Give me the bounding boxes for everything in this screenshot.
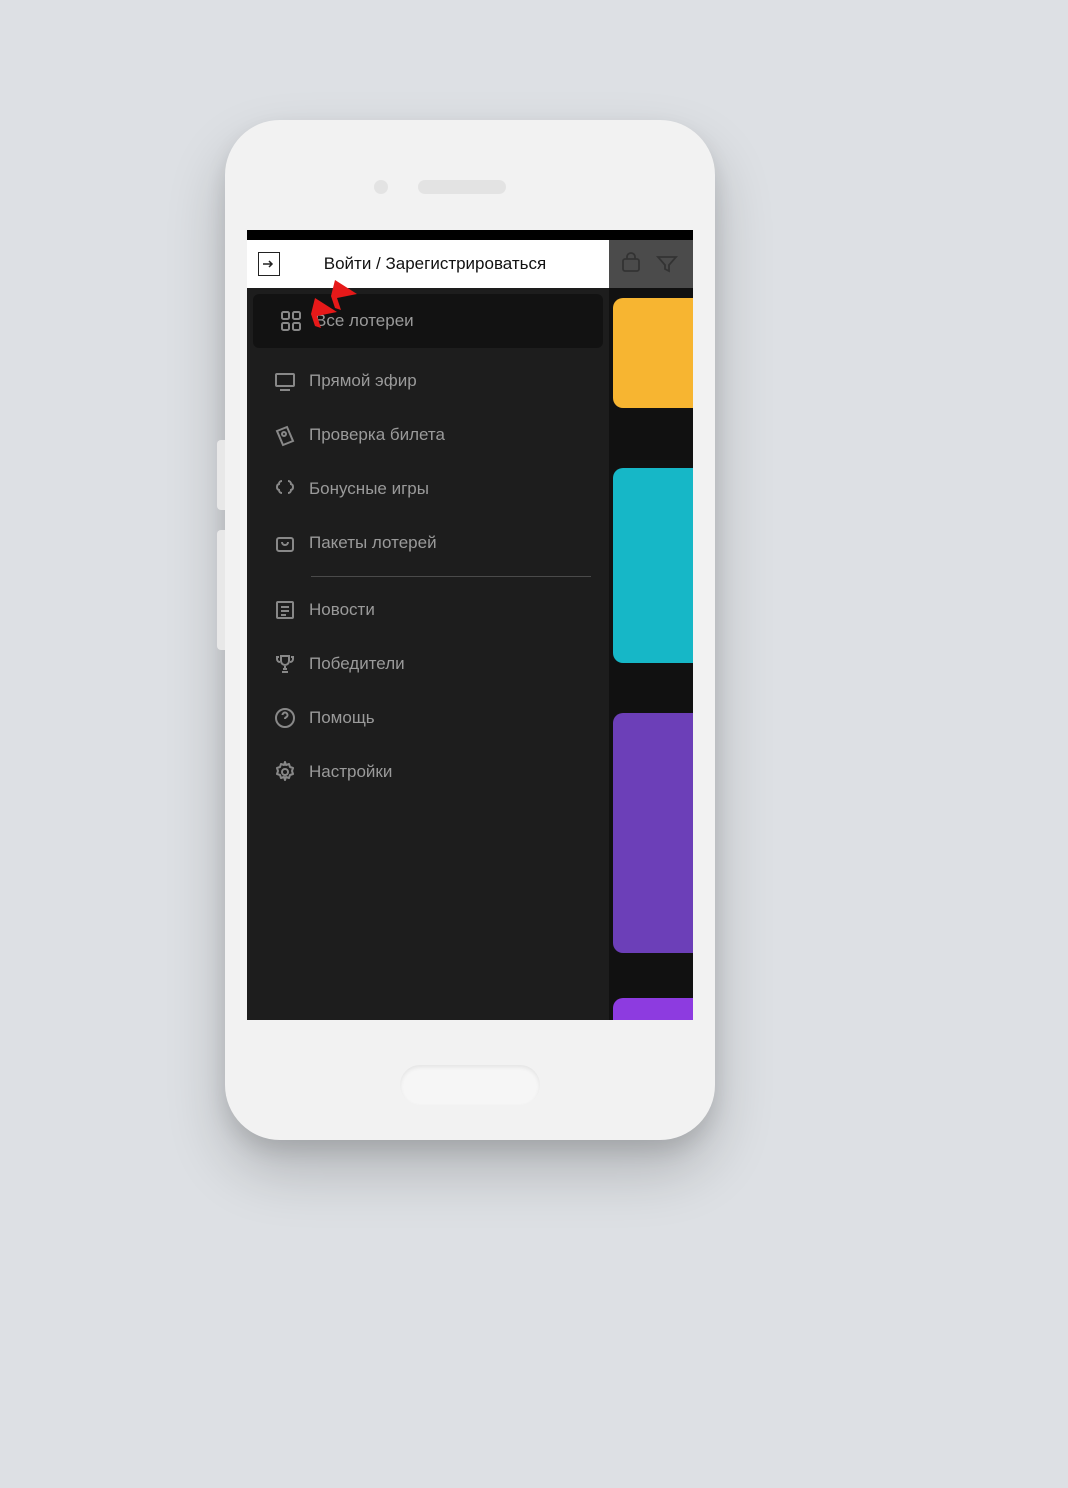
menu-item-help[interactable]: Помощь bbox=[247, 691, 609, 745]
phone-mockup-frame: Войти / Зарегистрироваться Все лотереи П… bbox=[225, 120, 715, 1140]
menu-label: Победители bbox=[309, 654, 595, 674]
cart-icon[interactable] bbox=[613, 246, 649, 282]
brain-icon bbox=[261, 477, 309, 501]
menu-label: Проверка билета bbox=[309, 425, 595, 445]
trophy-icon bbox=[261, 652, 309, 676]
menu-item-packages[interactable]: Пакеты лотерей bbox=[247, 516, 609, 570]
side-drawer-menu: Все лотереи Прямой эфир Проверка билета … bbox=[247, 288, 609, 1020]
menu-label: Настройки bbox=[309, 762, 595, 782]
ticket-icon bbox=[261, 423, 309, 447]
help-icon bbox=[261, 706, 309, 730]
menu-item-check-ticket[interactable]: Проверка билета bbox=[247, 408, 609, 462]
menu-item-settings[interactable]: Настройки bbox=[247, 745, 609, 799]
news-icon bbox=[261, 598, 309, 622]
volume-button bbox=[217, 440, 225, 510]
grid-icon bbox=[267, 309, 315, 333]
menu-item-all-lotteries[interactable]: Все лотереи bbox=[253, 294, 603, 348]
menu-label: Все лотереи bbox=[315, 311, 589, 331]
menu-label: Прямой эфир bbox=[309, 371, 595, 391]
phone-speaker bbox=[434, 180, 506, 194]
content-cards-background bbox=[609, 288, 693, 1020]
home-button bbox=[400, 1065, 540, 1105]
menu-item-bonus-games[interactable]: Бонусные игры bbox=[247, 462, 609, 516]
volume-button bbox=[217, 530, 225, 650]
bag-icon bbox=[261, 531, 309, 555]
login-register-row[interactable]: Войти / Зарегистрироваться bbox=[247, 240, 609, 288]
filter-icon[interactable] bbox=[649, 246, 685, 282]
menu-item-live[interactable]: Прямой эфир bbox=[247, 354, 609, 408]
menu-label: Бонусные игры bbox=[309, 479, 595, 499]
menu-divider bbox=[311, 576, 591, 577]
tv-icon bbox=[261, 369, 309, 393]
menu-item-winners[interactable]: Победители bbox=[247, 637, 609, 691]
menu-item-news[interactable]: Новости bbox=[247, 583, 609, 637]
gear-icon bbox=[261, 760, 309, 784]
menu-label: Помощь bbox=[309, 708, 595, 728]
login-icon bbox=[247, 252, 291, 276]
menu-label: Пакеты лотерей bbox=[309, 533, 595, 553]
status-bar bbox=[247, 230, 693, 240]
menu-label: Новости bbox=[309, 600, 595, 620]
login-label: Войти / Зарегистрироваться bbox=[291, 254, 609, 274]
app-screen: Войти / Зарегистрироваться Все лотереи П… bbox=[247, 230, 693, 1020]
